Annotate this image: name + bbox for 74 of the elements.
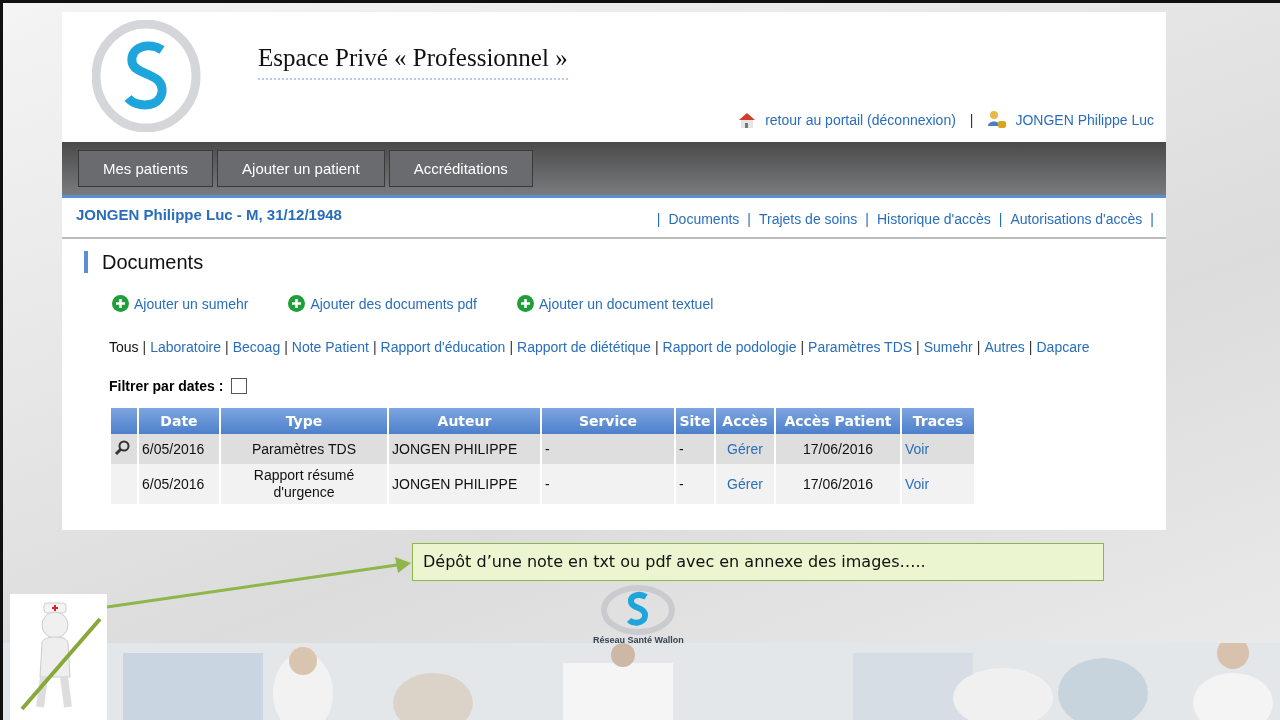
table-cell: -	[675, 434, 715, 464]
separator-text: |	[372, 339, 377, 355]
logo-icon	[600, 585, 677, 635]
magnifier-icon[interactable]	[114, 439, 130, 456]
logo-caption: Réseau Santé Wallon	[593, 635, 684, 645]
filter-link[interactable]: Dapcare	[1036, 339, 1090, 355]
filter-link[interactable]: Autres	[984, 339, 1025, 355]
nav-tab[interactable]: Accréditations	[388, 150, 533, 187]
patient-link[interactable]: Historique d'accès	[876, 211, 991, 237]
separator-text: |	[969, 112, 974, 128]
column-header[interactable]: Accès Patient	[775, 408, 901, 434]
separator-text: |	[142, 339, 147, 355]
separator-text: |	[916, 339, 920, 355]
filter-link[interactable]: Tous	[109, 339, 139, 355]
table-cell: 17/06/2016	[775, 464, 901, 504]
plus-icon	[112, 295, 129, 312]
table-cell: JONGEN PHILIPPE	[388, 464, 541, 504]
add-link[interactable]: Ajouter un sumehr	[134, 296, 249, 312]
filter-link[interactable]: Laboratoire	[150, 339, 222, 355]
filter-link[interactable]: Note Patient	[291, 339, 369, 355]
portal-link[interactable]: retour au portail (déconnexion)	[765, 112, 956, 128]
table-cell: Rapport résumé d'urgence	[220, 464, 388, 504]
separator-text: |	[976, 339, 981, 355]
filter-link[interactable]: Paramètres TDS	[808, 339, 913, 355]
patient-link[interactable]: Autorisations d'accès	[1010, 211, 1143, 237]
column-header[interactable]: Site	[675, 408, 715, 434]
column-header[interactable]: Traces	[901, 408, 975, 434]
table-cell: 6/05/2016	[138, 464, 220, 504]
column-header[interactable]: Service	[541, 408, 675, 434]
nav-tab[interactable]: Ajouter un patient	[217, 150, 385, 187]
filter-link[interactable]: Rapport de podologie	[662, 339, 797, 355]
callout-box: Dépôt d’une note en txt ou pdf avec en annexe des images…..	[412, 543, 1104, 581]
separator-text: |	[654, 339, 659, 355]
separator-text: |	[998, 211, 1003, 229]
date-filter-label: Filtrer par dates :	[109, 378, 224, 394]
user-link[interactable]: JONGEN Philippe Luc	[1015, 112, 1154, 128]
column-header[interactable]: Type	[220, 408, 388, 434]
add-link[interactable]: Ajouter un document textuel	[538, 296, 714, 312]
column-header[interactable]: Auteur	[388, 408, 541, 434]
separator-text: |	[225, 339, 229, 355]
separator-text: |	[800, 339, 805, 355]
patient-link[interactable]: Documents	[668, 211, 740, 237]
nav-tab[interactable]: Mes patients	[78, 150, 214, 187]
filter-link[interactable]: Sumehr	[923, 339, 973, 355]
table-cell: JONGEN PHILIPPE	[388, 434, 541, 464]
separator-text: |	[509, 339, 514, 355]
plus-icon	[516, 295, 534, 312]
table-cell: 17/06/2016	[775, 434, 901, 464]
users-icon	[987, 110, 1008, 130]
separator-text: |	[1150, 211, 1154, 229]
add-link[interactable]: Ajouter des documents pdf	[310, 296, 477, 312]
column-header[interactable]: Accès	[715, 408, 775, 434]
table-cell: -	[541, 464, 675, 504]
patient-title: JONGEN Philippe Luc - M, 31/12/1948	[76, 206, 342, 225]
filter-link[interactable]: Becoag	[232, 339, 281, 355]
view-link[interactable]: Voir	[905, 476, 930, 492]
checkbox[interactable]	[231, 378, 248, 394]
table-cell: Paramètres TDS	[220, 434, 388, 464]
section-title: Documents	[84, 251, 1166, 273]
plus-icon	[288, 295, 306, 312]
separator-text: |	[1028, 339, 1033, 355]
separator-text: |	[865, 211, 869, 229]
site-title: Espace Privé « Professionnel »	[258, 44, 568, 71]
table-cell: -	[675, 464, 715, 504]
table-cell: 6/05/2016	[138, 434, 220, 464]
filter-link[interactable]: Rapport de diététique	[517, 339, 651, 355]
patient-link[interactable]: Trajets de soins	[758, 211, 858, 237]
filter-link[interactable]: Rapport d'éducation	[380, 339, 506, 355]
column-header[interactable]: Date	[138, 408, 220, 434]
separator-text: |	[747, 211, 751, 229]
separator-text: |	[284, 339, 288, 355]
view-link[interactable]: Voir	[905, 441, 930, 457]
table-cell: -	[541, 434, 675, 464]
separator-text: |	[656, 211, 661, 229]
